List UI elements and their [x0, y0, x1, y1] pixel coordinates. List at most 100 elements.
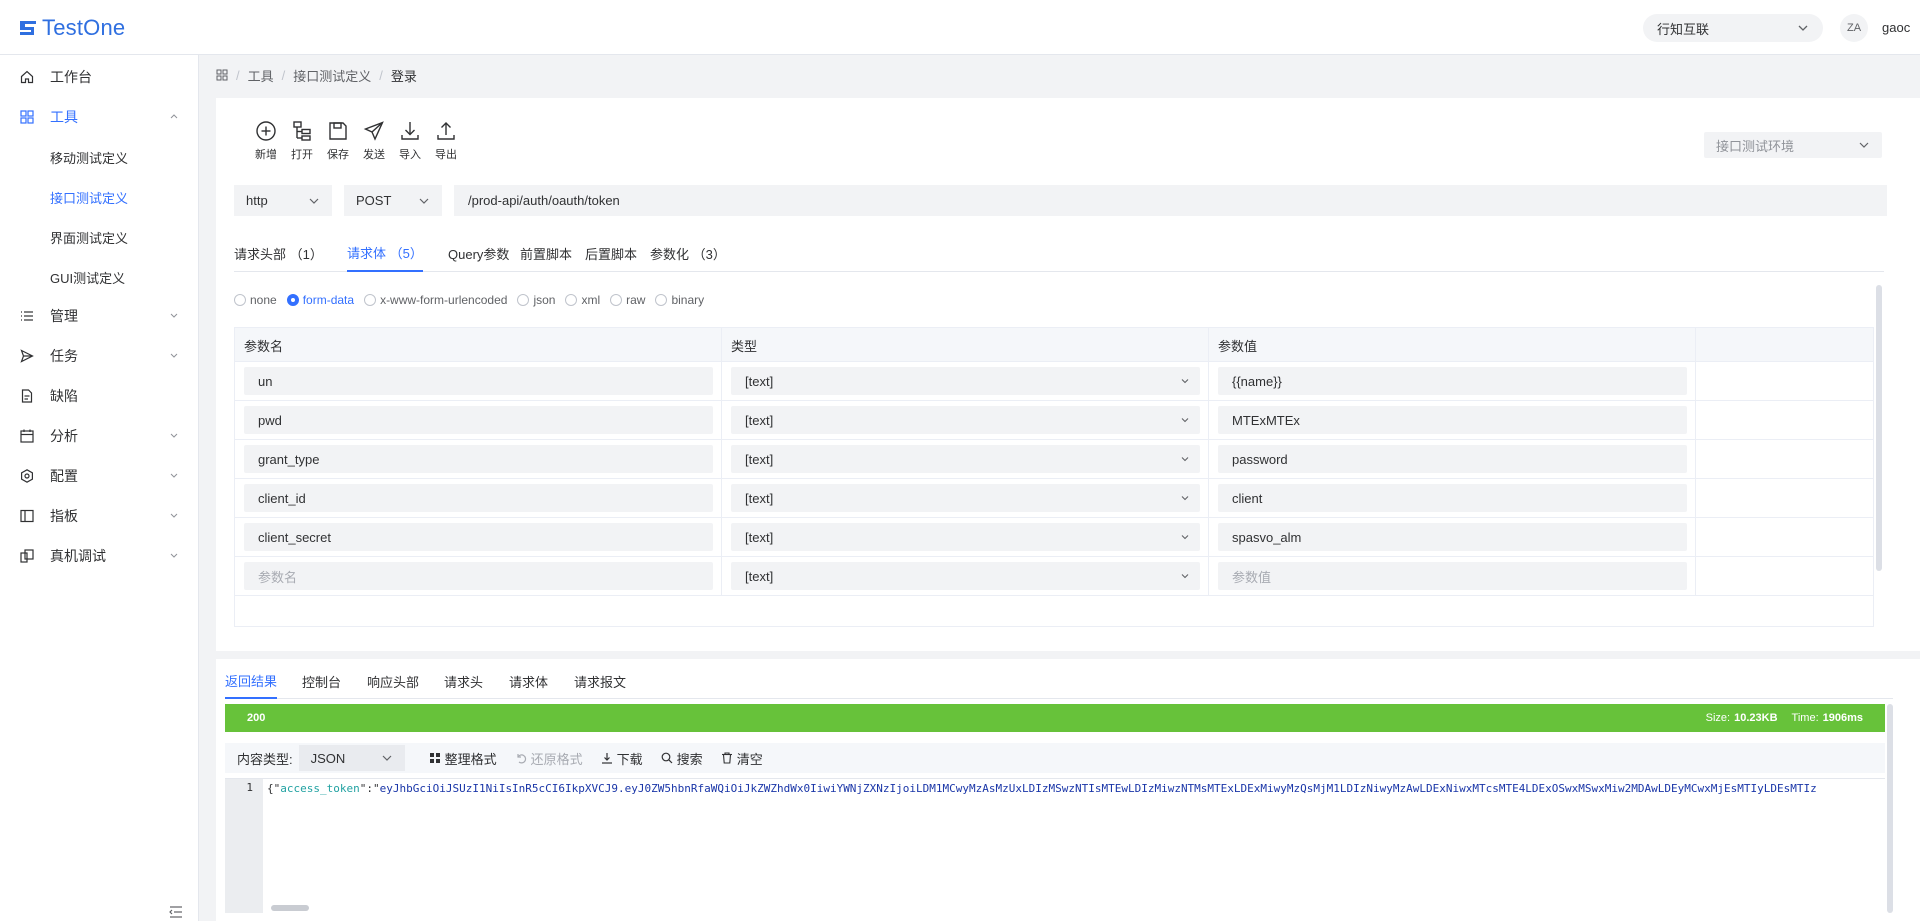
tab-request-body-view[interactable]: 请求体 [509, 663, 548, 699]
tab-request-header[interactable]: 请求头 [444, 663, 483, 699]
radio-xml[interactable]: xml [565, 293, 600, 307]
radio-raw[interactable]: raw [610, 293, 645, 307]
param-type-select[interactable]: [text] [731, 523, 1200, 551]
gear-icon [20, 469, 34, 483]
download-icon [601, 753, 612, 764]
radio-urlencoded[interactable]: x-www-form-urlencoded [364, 293, 507, 307]
method-select[interactable]: POST [344, 185, 442, 216]
search-icon [661, 752, 673, 764]
sidebar-sub-item-ui-test[interactable]: 界面测试定义 [0, 217, 199, 257]
param-name-input[interactable]: un [244, 367, 713, 395]
sidebar-item-config[interactable]: 配置 [0, 456, 199, 496]
sidebar-item-analysis[interactable]: 分析 [0, 416, 199, 456]
tab-request-message[interactable]: 请求报文 [574, 663, 626, 699]
param-type-select[interactable]: [text] [731, 367, 1200, 395]
main-card: 新增 打开 保存 发送 导入 导出 接口测试环境 http POST /prod… [216, 98, 1920, 921]
apps-icon[interactable] [216, 69, 228, 81]
param-value-input[interactable]: MTExMTEx [1218, 406, 1687, 434]
editor-horizontal-scrollbar[interactable] [271, 905, 309, 911]
response-code-line: {"access_token":"eyJhbGciOiJSUzI1NiIsInR… [267, 782, 1817, 795]
chevron-down-icon [170, 473, 178, 478]
sidebar-item-label: 工作台 [50, 69, 92, 85]
radio-binary[interactable]: binary [655, 293, 704, 307]
content-type-label: 内容类型: [237, 751, 293, 767]
sidebar-item-workbench[interactable]: 工作台 [0, 57, 199, 97]
sidebar-sub-item-gui-test[interactable]: GUI测试定义 [0, 257, 199, 297]
sidebar-item-device-debug[interactable]: 真机调试 [0, 536, 199, 576]
format-button[interactable]: 整理格式 [429, 749, 497, 768]
clear-button[interactable]: 清空 [721, 749, 763, 768]
save-button[interactable]: 保存 [320, 120, 356, 162]
param-name-input[interactable]: 参数名 [244, 562, 713, 590]
param-value-input[interactable]: {{name}} [1218, 367, 1687, 395]
tab-console[interactable]: 控制台 [302, 663, 341, 699]
environment-select[interactable]: 接口测试环境 [1704, 132, 1882, 158]
request-vertical-scrollbar[interactable] [1876, 285, 1882, 571]
column-header-type: 类型 [722, 328, 1209, 362]
protocol-select[interactable]: http [234, 185, 332, 216]
send-icon [363, 121, 384, 141]
sidebar-sub-item-mobile-test[interactable]: 移动测试定义 [0, 137, 199, 177]
sidebar-collapse-icon[interactable] [168, 904, 184, 920]
search-button[interactable]: 搜索 [661, 749, 703, 768]
sidebar-item-tools[interactable]: 工具 [0, 97, 199, 137]
language-button[interactable]: ZA [1840, 14, 1868, 42]
param-value-input[interactable]: client [1218, 484, 1687, 512]
tab-response-headers[interactable]: 响应头部 [367, 663, 419, 699]
param-value-input[interactable]: spasvo_alm [1218, 523, 1687, 551]
radio-json[interactable]: json [517, 293, 555, 307]
param-name-input[interactable]: client_id [244, 484, 713, 512]
chevron-down-icon [1181, 418, 1189, 423]
param-type-select[interactable]: [text] [731, 445, 1200, 473]
restore-format-button[interactable]: 还原格式 [515, 749, 583, 768]
radio-none[interactable]: none [234, 293, 277, 307]
tab-request-body[interactable]: 请求体 （5） [347, 234, 423, 272]
table-row: client_id [text] client [235, 479, 1873, 518]
breadcrumb-api-test[interactable]: 接口测试定义 [293, 66, 371, 85]
param-name-input[interactable]: pwd [244, 406, 713, 434]
sidebar-item-label: 配置 [50, 468, 78, 484]
param-name-input[interactable]: client_secret [244, 523, 713, 551]
tab-request-headers[interactable]: 请求头部 （1） [234, 234, 323, 272]
open-button[interactable]: 打开 [284, 120, 320, 162]
tab-post-script[interactable]: 后置脚本 [585, 234, 637, 272]
chevron-down-icon [1181, 535, 1189, 540]
sidebar-item-management[interactable]: 管理 [0, 296, 199, 336]
sidebar-sub-item-api-test[interactable]: 接口测试定义 [0, 177, 199, 217]
param-value-input[interactable]: password [1218, 445, 1687, 473]
save-icon [329, 122, 347, 140]
content-type-select[interactable]: JSON [298, 745, 405, 771]
json-value: eyJhbGciOiJSUzI1NiIsInR5cCI6IkpXVCJ9.eyJ… [379, 782, 1817, 795]
org-select[interactable]: 行知互联 [1643, 14, 1823, 42]
param-name-input[interactable]: grant_type [244, 445, 713, 473]
url-input[interactable]: /prod-api/auth/oauth/token [454, 185, 1887, 216]
param-type-select[interactable]: [text] [731, 406, 1200, 434]
download-button[interactable]: 下载 [601, 749, 643, 768]
sidebar-item-tasks[interactable]: 任务 [0, 336, 199, 376]
radio-form-data[interactable]: form-data [286, 293, 354, 307]
app-logo[interactable]: TestOne [18, 15, 126, 40]
param-type-select[interactable]: [text] [731, 562, 1200, 590]
sidebar-item-defects[interactable]: 缺陷 [0, 376, 199, 416]
export-button[interactable]: 导出 [428, 120, 464, 162]
request-url-row: http POST /prod-api/auth/oauth/token [234, 185, 1887, 216]
user-name[interactable]: gaoc [1882, 20, 1920, 35]
chevron-down-icon [170, 513, 178, 518]
response-body-editor[interactable]: 1 {"access_token":"eyJhbGciOiJSUzI1NiIsI… [225, 778, 1885, 913]
import-button[interactable]: 导入 [392, 120, 428, 162]
breadcrumb-separator: / [236, 67, 240, 83]
tab-parameterization[interactable]: 参数化 （3） [650, 234, 726, 272]
param-type-select[interactable]: [text] [731, 484, 1200, 512]
org-select-value: 行知互联 [1657, 21, 1710, 37]
new-button[interactable]: 新增 [248, 120, 284, 162]
breadcrumb-tools[interactable]: 工具 [248, 66, 274, 85]
tab-pre-script[interactable]: 前置脚本 [520, 234, 572, 272]
tab-response-result[interactable]: 返回结果 [225, 663, 278, 699]
send-button[interactable]: 发送 [356, 120, 392, 162]
response-vertical-scrollbar[interactable] [1887, 704, 1893, 913]
logo-text: TestOne [42, 15, 126, 40]
tab-query-params[interactable]: Query参数 [448, 234, 509, 272]
param-value-input[interactable]: 参数值 [1218, 562, 1687, 590]
sidebar-item-board[interactable]: 指板 [0, 496, 199, 536]
undo-icon [517, 754, 526, 764]
